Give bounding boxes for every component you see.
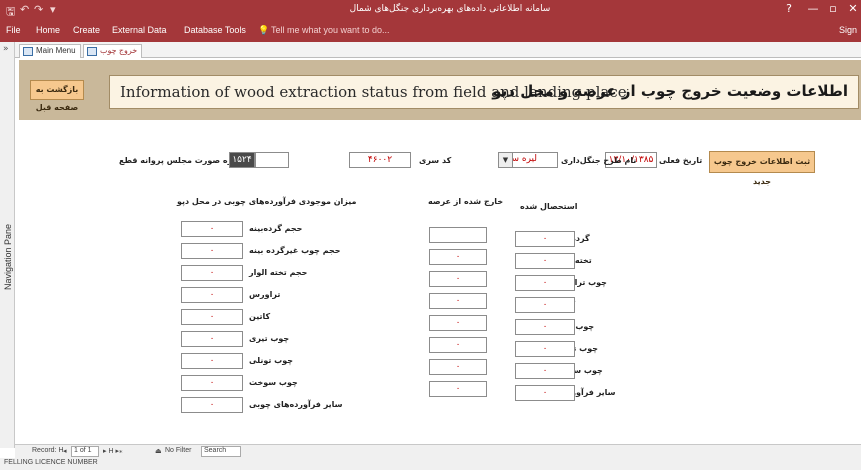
depot-value-field[interactable]: ۰ (181, 287, 243, 303)
close-button[interactable]: ✕ (842, 2, 861, 15)
form-header: بازگشت به صفحه قبل Information of wood e… (19, 60, 861, 120)
prev-record-button[interactable]: ◂ (63, 447, 67, 455)
exited-field[interactable]: ۰ (429, 249, 487, 265)
exited-field[interactable]: ۰ (429, 293, 487, 309)
status-text: FELLING LICENCE NUMBER (4, 459, 98, 466)
column-exited: خارج شده از عرصه (428, 197, 504, 206)
depot-value-field[interactable]: ۰ (181, 331, 243, 347)
record-label: Record: H (32, 447, 64, 454)
exited-field[interactable]: ۰ (429, 381, 487, 397)
sign-in-link[interactable]: Sign (839, 25, 857, 35)
depot-row-label: چوب تیری (249, 334, 290, 343)
depot-row-label: حجم گرده‌بینه (249, 224, 303, 233)
depot-value-field[interactable]: ۰ (181, 397, 243, 413)
tell-me-input[interactable]: Tell me what you want to do... (271, 25, 390, 35)
plan-name-combo[interactable]: لیره سر ▼ (498, 152, 558, 168)
doc-tab-label: خروج چوب (100, 46, 138, 55)
exited-field[interactable]: ۰ (429, 337, 487, 353)
doc-tab-label: Main Menu (36, 46, 76, 55)
extracted-field[interactable]: ۰ (515, 363, 575, 379)
form-title-box: Information of wood extraction status fr… (109, 75, 859, 109)
extracted-field[interactable]: ۰ (515, 231, 575, 247)
ribbon-tabs: File Home Create External Data Database … (0, 20, 861, 42)
depot-row-label: حجم تخته الوار (249, 268, 308, 277)
no-filter-button[interactable]: No Filter (165, 447, 191, 454)
doc-tab-main-menu[interactable]: Main Menu (19, 44, 81, 58)
tab-database-tools[interactable]: Database Tools (184, 25, 246, 35)
navigation-pane-label: Navigation Pane (3, 223, 13, 291)
new-wood-exit-button[interactable]: ثبت اطلاعات خروج چوب جدید (709, 151, 815, 186)
chevron-down-icon[interactable]: ▼ (499, 153, 513, 167)
tab-external-data[interactable]: External Data (112, 25, 167, 35)
column-extracted: استحصال شده (520, 202, 578, 211)
exited-field[interactable]: ۰ (429, 271, 487, 287)
title-bar: 🖫 ↶ ↷ ▾ سامانه اطلاعاتی داده‌های بهره‌بر… (0, 0, 861, 20)
depot-row-label: حجم چوب غیرگرده بینه (249, 246, 341, 255)
form-title-persian: اطلاعات وضعیت خروج چوب از عرصه و محل دپو (492, 82, 848, 100)
document-tabs: Main Menu خروج چوب (15, 42, 861, 58)
window-title: سامانه اطلاعاتی داده‌های بهره‌برداری جنگ… (349, 4, 551, 14)
tab-home[interactable]: Home (36, 25, 60, 35)
extracted-field[interactable]: ۰ (515, 319, 575, 335)
depot-value-field[interactable]: ۰ (181, 353, 243, 369)
form-icon (87, 47, 97, 56)
depot-row-label: سایر فرآورده‌های چوبی (249, 400, 343, 409)
restore-button[interactable]: ▫ (822, 2, 844, 15)
depot-row-label: چوب تونلی (249, 356, 293, 365)
depot-value-field[interactable]: ۰ (181, 243, 243, 259)
extracted-field[interactable]: ۰ (515, 341, 575, 357)
extracted-field[interactable]: ۰ (515, 253, 575, 269)
tab-create[interactable]: Create (73, 25, 100, 35)
permit-number-field[interactable]: ۱۵۲۴ (229, 152, 255, 168)
depot-row-label: چوب سوخت (249, 378, 298, 387)
customize-qat-icon[interactable]: ▾ (50, 3, 56, 16)
next-record-buttons[interactable]: ▸ H ▸⁎ (103, 447, 122, 455)
expand-nav-icon[interactable]: » (3, 44, 9, 54)
extracted-field[interactable]: ۰ (515, 275, 575, 291)
tab-file[interactable]: File (6, 25, 21, 35)
record-position-field[interactable]: 1 of 1 (71, 446, 99, 457)
redo-icon[interactable]: ↷ (34, 3, 43, 16)
current-date-label: تاریخ فعلی (659, 156, 703, 165)
depot-value-field[interactable]: ۰ (181, 309, 243, 325)
help-button[interactable]: ? (778, 2, 800, 15)
lightbulb-icon: 💡 (258, 25, 270, 35)
series-code-label: کد سری (419, 156, 452, 165)
exited-field[interactable]: ۰ (429, 359, 487, 375)
extracted-field[interactable]: ۰ (515, 297, 575, 313)
status-bar: FELLING LICENCE NUMBER (0, 458, 861, 470)
permit-number-field-ext[interactable] (255, 152, 289, 168)
form-icon (23, 47, 33, 56)
depot-value-field[interactable]: ۰ (181, 375, 243, 391)
back-button[interactable]: بازگشت به صفحه قبل (30, 80, 84, 112)
depot-value-field[interactable]: ۰ (181, 221, 243, 237)
series-code-field[interactable]: ۴۶۰۰۲ (349, 152, 411, 168)
exited-field[interactable]: ۰ (429, 315, 487, 331)
undo-icon[interactable]: ↶ (20, 3, 29, 16)
depot-row-label: کاتین (249, 312, 271, 321)
search-input[interactable]: Search (201, 446, 241, 457)
plan-name-label: نام طرح جنگل‌داری (561, 156, 637, 165)
depot-row-label: تراورس (249, 290, 281, 299)
navigation-pane[interactable]: » Navigation Pane (0, 42, 15, 448)
minimize-button[interactable]: — (802, 2, 824, 15)
filter-icon[interactable]: ⏏ (155, 447, 162, 455)
doc-tab-wood-exit[interactable]: خروج چوب (83, 44, 143, 58)
exited-field[interactable] (429, 227, 487, 243)
form-body: ثبت اطلاعات خروج چوب جدید تاریخ فعلی ۱۳/… (19, 120, 861, 442)
column-depot: میزان موجودی فرآورده‌های چوبی در محل دپو (177, 197, 357, 206)
extracted-field[interactable]: ۰ (515, 385, 575, 401)
depot-value-field[interactable]: ۰ (181, 265, 243, 281)
record-navigation: Record: H ◂ 1 of 1 ▸ H ▸⁎ ⏏ No Filter Se… (15, 444, 861, 458)
